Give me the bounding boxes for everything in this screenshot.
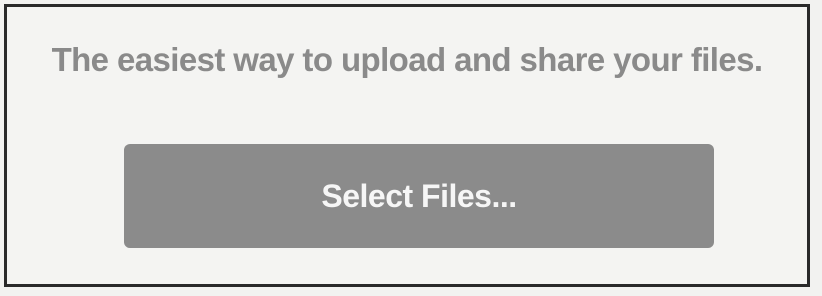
upload-panel: The easiest way to upload and share your… [4,4,810,287]
panel-headline: The easiest way to upload and share your… [51,41,763,78]
select-files-button[interactable]: Select Files... [124,144,714,248]
select-files-label: Select Files... [321,177,517,214]
